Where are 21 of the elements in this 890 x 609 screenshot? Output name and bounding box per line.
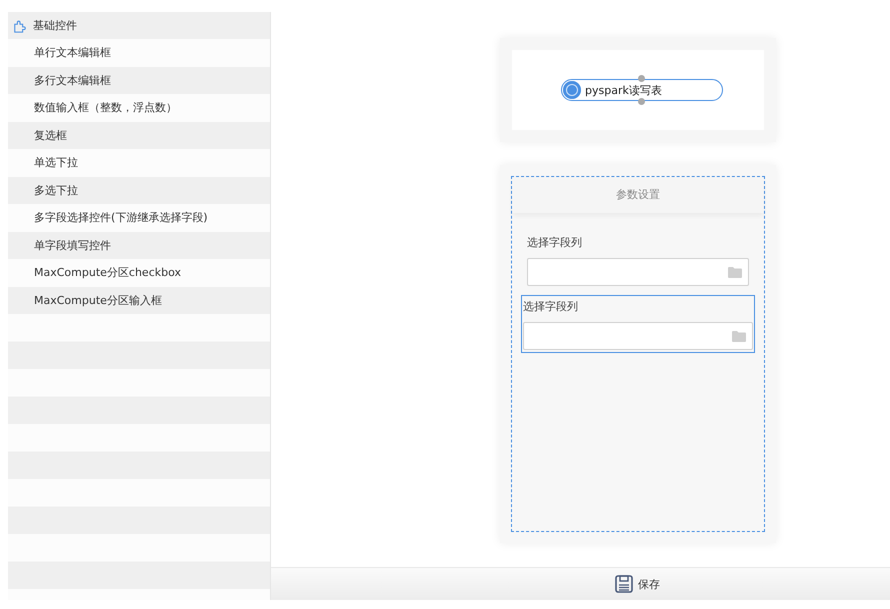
sidebar-item[interactable]: 单字段填写控件 <box>8 232 270 259</box>
sidebar-item[interactable]: 复选框 <box>8 122 270 149</box>
field-label: 选择字段列 <box>527 235 583 251</box>
node-icon <box>563 81 581 99</box>
group-header[interactable]: 基础控件 <box>8 12 270 39</box>
sidebar-item[interactable]: 多选下拉 <box>8 176 270 204</box>
field-label: 选择字段列 <box>523 299 579 315</box>
folder-icon <box>732 330 746 342</box>
sidebar-item[interactable]: MaxCompute分区输入框 <box>8 286 270 314</box>
sidebar-item[interactable]: 多行文本编辑框 <box>8 66 270 94</box>
port-handle[interactable] <box>638 75 645 82</box>
field-group[interactable]: 选择字段列 <box>523 231 753 289</box>
panel-title: 参数设置 <box>512 177 764 213</box>
port-handle[interactable] <box>638 98 645 105</box>
field-group[interactable]: 选择字段列 <box>521 295 755 353</box>
folder-icon <box>728 266 742 278</box>
input-field[interactable] <box>527 258 749 286</box>
input-field[interactable] <box>523 322 753 350</box>
save-button[interactable]: 保存 <box>615 575 660 593</box>
puzzle-icon <box>13 18 27 32</box>
save-icon <box>615 575 633 593</box>
